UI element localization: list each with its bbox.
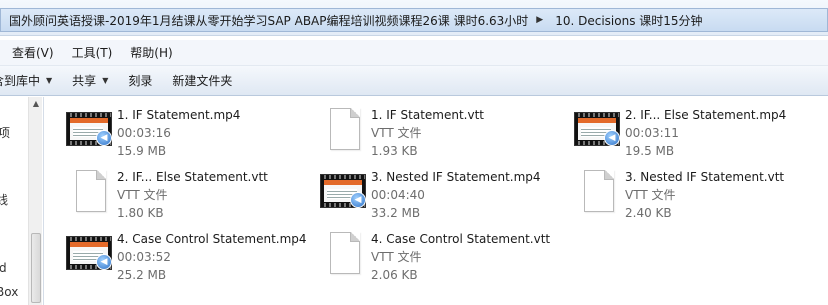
- document-file-icon: [316, 230, 368, 278]
- file-list: ◀ 1. IF Statement.mp4 00:03:16 15.9 MB 1…: [45, 97, 828, 305]
- video-file-icon: ◀: [570, 106, 622, 154]
- file-duration: 00:04:40: [371, 188, 425, 202]
- file-item[interactable]: 3. Nested IF Statement.vtt VTT 文件 2.40 K…: [570, 164, 820, 222]
- scroll-up-icon[interactable]: ▲: [29, 97, 43, 111]
- file-item[interactable]: 2. IF... Else Statement.vtt VTT 文件 1.80 …: [62, 164, 312, 222]
- file-item[interactable]: 1. IF Statement.vtt VTT 文件 1.93 KB: [316, 102, 566, 160]
- document-file-icon: [62, 168, 114, 216]
- menu-view[interactable]: 查看(V): [0, 44, 62, 61]
- file-item[interactable]: ◀ 2. IF... Else Statement.mp4 00:03:11 1…: [570, 102, 820, 160]
- chevron-right-icon[interactable]: ▶: [532, 15, 547, 25]
- file-type: VTT 文件: [371, 126, 422, 140]
- video-file-icon: ◀: [62, 230, 114, 278]
- include-in-library-button[interactable]: 含到库中 ▼: [0, 69, 62, 93]
- file-size: 1.80 KB: [117, 206, 164, 220]
- file-size: 2.40 KB: [625, 206, 672, 220]
- breadcrumb[interactable]: 国外顾问英语授课-2019年1月结课从零开始学习SAP ABAP编程培训视频课程…: [0, 8, 828, 32]
- file-item[interactable]: 4. Case Control Statement.vtt VTT 文件 2.0…: [316, 226, 566, 284]
- file-name: 4. Case Control Statement.vtt: [371, 232, 551, 246]
- breadcrumb-item-course[interactable]: 国外顾问英语授课-2019年1月结课从零开始学习SAP ABAP编程培训视频课程…: [1, 12, 532, 29]
- file-size: 2.06 KB: [371, 268, 418, 282]
- command-bar: 含到库中 ▼ 共享 ▼ 刻录 新建文件夹: [0, 66, 828, 96]
- file-size: 33.2 MB: [371, 206, 421, 220]
- file-duration: 00:03:52: [117, 250, 171, 264]
- dropdown-arrow-icon: ▼: [46, 76, 53, 85]
- breadcrumb-item-current[interactable]: 10. Decisions 课时15分钟: [547, 12, 706, 29]
- nav-item-fragment[interactable]: 项: [0, 124, 10, 141]
- media-player-icon: ◀: [350, 192, 366, 208]
- menu-bar: 查看(V) 工具(T) 帮助(H): [0, 40, 828, 66]
- file-name: 3. Nested IF Statement.mp4: [371, 170, 541, 184]
- file-type: VTT 文件: [117, 188, 168, 202]
- file-type: VTT 文件: [371, 250, 422, 264]
- file-name: 3. Nested IF Statement.vtt: [625, 170, 785, 184]
- file-duration: 00:03:16: [117, 126, 171, 140]
- new-folder-label: 新建文件夹: [172, 74, 233, 88]
- media-player-icon: ◀: [96, 130, 112, 146]
- burn-button[interactable]: 刻录: [118, 69, 162, 93]
- nav-item-fragment[interactable]: Box: [0, 285, 18, 299]
- file-size: 25.2 MB: [117, 268, 167, 282]
- document-file-icon: [316, 106, 368, 154]
- media-player-icon: ◀: [604, 130, 620, 146]
- include-in-library-label: 含到库中: [0, 74, 41, 88]
- menu-help[interactable]: 帮助(H): [120, 44, 180, 61]
- nav-item-fragment[interactable]: 线: [0, 191, 8, 208]
- media-player-icon: ◀: [96, 254, 112, 270]
- file-name: 4. Case Control Statement.mp4: [117, 232, 307, 246]
- file-name: 1. IF Statement.mp4: [117, 108, 241, 122]
- document-file-icon: [570, 168, 622, 216]
- file-name: 1. IF Statement.vtt: [371, 108, 484, 122]
- share-button[interactable]: 共享 ▼: [62, 69, 118, 93]
- file-size: 19.5 MB: [625, 144, 675, 158]
- scrollbar-thumb[interactable]: [31, 233, 41, 303]
- burn-label: 刻录: [128, 74, 153, 88]
- new-folder-button[interactable]: 新建文件夹: [162, 69, 242, 93]
- nav-scrollbar[interactable]: ▲: [28, 97, 42, 305]
- file-duration: 00:03:11: [625, 126, 679, 140]
- menu-tools[interactable]: 工具(T): [62, 44, 121, 61]
- file-name: 2. IF... Else Statement.mp4: [625, 108, 787, 122]
- nav-item-fragment[interactable]: d: [0, 261, 7, 275]
- file-item[interactable]: ◀ 3. Nested IF Statement.mp4 00:04:40 33…: [316, 164, 566, 222]
- file-type: VTT 文件: [625, 188, 676, 202]
- file-name: 2. IF... Else Statement.vtt: [117, 170, 268, 184]
- file-size: 15.9 MB: [117, 144, 167, 158]
- dropdown-arrow-icon: ▼: [102, 76, 109, 85]
- video-file-icon: ◀: [316, 168, 368, 216]
- file-item[interactable]: ◀ 1. IF Statement.mp4 00:03:16 15.9 MB: [62, 102, 312, 160]
- video-file-icon: ◀: [62, 106, 114, 154]
- navigation-pane[interactable]: 项 线 d Box ▲: [0, 97, 44, 305]
- share-label: 共享: [72, 74, 97, 88]
- address-bar[interactable]: 国外顾问英语授课-2019年1月结课从零开始学习SAP ABAP编程培训视频课程…: [0, 0, 828, 36]
- file-item[interactable]: ◀ 4. Case Control Statement.mp4 00:03:52…: [62, 226, 312, 284]
- file-size: 1.93 KB: [371, 144, 418, 158]
